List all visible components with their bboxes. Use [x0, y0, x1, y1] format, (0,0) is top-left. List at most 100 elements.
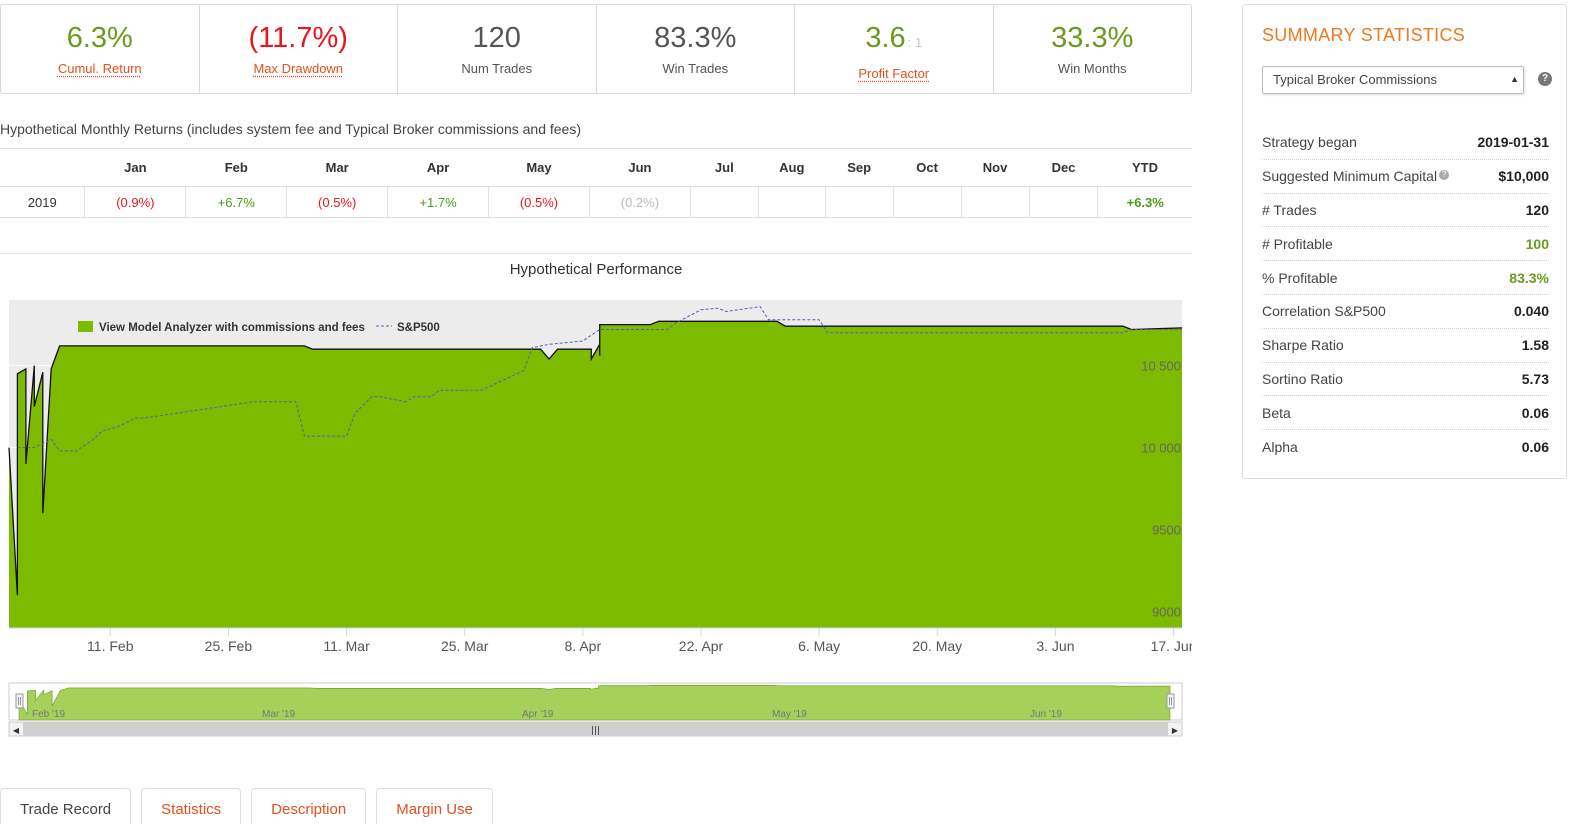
kpi-value: 120	[473, 21, 521, 55]
year-cell: 2019	[0, 186, 86, 218]
tab-statistics[interactable]: Statistics	[141, 788, 242, 824]
month-cell: (0.9%)	[84, 186, 187, 218]
legend-label[interactable]: View Model Analyzer with commissions and…	[99, 322, 365, 334]
month-cell: +1.7%	[387, 186, 490, 218]
kpi-value-text: 33.3%	[1051, 22, 1134, 54]
kpi-bar: 6.3% Cumul. Return (11.7%) Max Drawdown 120 N…	[0, 4, 1192, 94]
tab-trade-record[interactable]: Trade Record	[0, 788, 132, 824]
column-header: Jun	[589, 148, 691, 187]
stat-label: # Trades	[1262, 202, 1316, 218]
month-cell	[825, 186, 894, 218]
tab-description[interactable]: Description	[251, 788, 367, 824]
x-tick-label: 11. Mar	[323, 638, 370, 654]
navigator-scrollbar[interactable]: ||| ◀ ▶	[8, 721, 1183, 737]
statistics-list: Strategy began 2019-01-31 Suggested Minimu…	[1262, 126, 1549, 464]
scrollbar-grip-icon: |||	[591, 726, 600, 736]
kpi-value-text: 83.3%	[654, 22, 737, 54]
kpi-value: 33.3%	[1051, 21, 1133, 55]
column-header: Nov	[961, 148, 1030, 187]
stat-label-text: Suggested Minimum Capital	[1262, 168, 1438, 185]
summary-title: SUMMARY STATISTICS	[1262, 25, 1466, 45]
scroll-right-icon[interactable]: ▶	[1172, 726, 1179, 735]
tab-margin-use[interactable]: Margin Use	[376, 788, 493, 824]
month-cell	[758, 186, 826, 218]
kpi-value: (11.7%)	[249, 21, 348, 55]
y-tick-label: 9000	[1152, 605, 1181, 620]
navigator-handle[interactable]	[1166, 693, 1175, 709]
page: 6.3% Cumul. Return (11.7%) Max Drawdown 120 N…	[0, 0, 1577, 824]
stat-value: 120	[1525, 201, 1549, 218]
chart-navigator[interactable]: Feb '19 Mar '19 Apr '19 May '19 Jun '19	[8, 682, 1183, 721]
stat-label: % Profitable	[1262, 270, 1337, 286]
kpi-label: Num Trades	[461, 61, 533, 76]
kpi-value-suffix: : 1	[907, 35, 923, 50]
handle-box	[1166, 693, 1175, 709]
stat-label-text: Correlation S&P500	[1262, 303, 1386, 320]
column-header: Sep	[825, 148, 894, 187]
equity-area	[9, 321, 1182, 628]
month-cell	[893, 186, 962, 218]
stat-label-text: # Trades	[1262, 201, 1317, 218]
kpi-value-text: 6.3%	[66, 22, 133, 54]
column-header: Oct	[893, 148, 962, 187]
x-tick-label: 25. Mar	[441, 638, 489, 654]
stat-label: Sortino Ratio	[1262, 371, 1343, 387]
stat-row: # Profitable 100	[1262, 227, 1549, 262]
scroll-left-icon[interactable]: ◀	[13, 726, 20, 735]
column-header: May	[488, 148, 590, 187]
kpi-label[interactable]: Profit Factor	[858, 66, 929, 81]
column-header: Dec	[1029, 148, 1098, 187]
column-header: Jan	[84, 148, 186, 187]
month-cell: (0.5%)	[286, 186, 389, 218]
month-cell: (0.2%)	[589, 186, 691, 218]
month-cell: (0.5%)	[488, 186, 590, 218]
legend-symbol-area	[78, 321, 93, 332]
kpi-value-text: 3.6	[865, 22, 906, 54]
stat-row: Beta 0.06	[1262, 396, 1549, 431]
x-tick-label: 6. May	[798, 638, 840, 654]
stat-label-text: Alpha	[1262, 439, 1298, 456]
stat-value: 100	[1525, 235, 1549, 252]
column-header: Apr	[387, 148, 489, 187]
kpi-win-trades: 83.3% Win Trades	[597, 5, 795, 93]
help-icon[interactable]: ?	[1538, 72, 1552, 86]
monthly-returns-header-row: Jan Feb Mar Apr May Jun Jul Aug Sep Oct Nov Dec YTD	[0, 148, 1192, 187]
column-header: Mar	[286, 148, 388, 187]
kpi-label: Win Months	[1057, 61, 1127, 76]
month-cell: +6.3%	[1097, 186, 1192, 218]
stat-value: 0.040	[1513, 303, 1549, 320]
x-tick-label: 3. Jun	[1036, 638, 1074, 654]
stat-label-text: Sharpe Ratio	[1262, 337, 1344, 354]
kpi-value: 3.6: 1	[865, 21, 922, 60]
x-tick-label: 8. Apr	[565, 638, 602, 654]
stat-row: # Trades 120	[1262, 194, 1549, 228]
performance-chart[interactable]: 9000 9500 10 000 10 500 11. Feb 25. Feb 11. Ma…	[0, 290, 1192, 740]
stat-label: Sharpe Ratio	[1262, 337, 1344, 353]
kpi-num-trades: 120 Num Trades	[398, 5, 597, 93]
stat-value: 0.06	[1521, 404, 1549, 421]
kpi-max-drawdown: (11.7%) Max Drawdown	[200, 5, 398, 93]
column-header: Feb	[185, 148, 287, 187]
month-cell	[690, 186, 759, 218]
navigator-area	[18, 685, 1171, 721]
monthly-returns-table: Jan Feb Mar Apr May Jun Jul Aug Sep Oct Nov Dec YTD …	[0, 148, 1192, 218]
info-icon[interactable]: ?	[1439, 170, 1450, 181]
column-header: YTD	[1097, 148, 1192, 187]
stat-label-text: % Profitable	[1262, 269, 1338, 286]
navigator-label: Mar '19	[262, 709, 295, 720]
month-cell	[961, 186, 1030, 218]
kpi-label: Win Trades	[662, 61, 729, 76]
month-cell	[1029, 186, 1099, 218]
commission-select[interactable]: Typical Broker Commissions ▲︎	[1262, 66, 1524, 94]
kpi-label[interactable]: Max Drawdown	[253, 61, 343, 76]
y-tick-label: 9500	[1152, 523, 1181, 538]
kpi-profit-factor: 3.6: 1 Profit Factor	[795, 5, 994, 93]
x-tick-label: 22. Apr	[679, 638, 724, 654]
stat-row: Alpha 0.06	[1262, 430, 1549, 464]
stat-row: Strategy began 2019-01-31	[1262, 126, 1549, 160]
legend-label[interactable]: S&P500	[397, 322, 440, 334]
kpi-cumul-return: 6.3% Cumul. Return	[1, 5, 200, 93]
month-cell: +6.7%	[185, 186, 288, 218]
navigator-handle[interactable]	[15, 693, 24, 709]
kpi-label[interactable]: Cumul. Return	[58, 61, 142, 76]
